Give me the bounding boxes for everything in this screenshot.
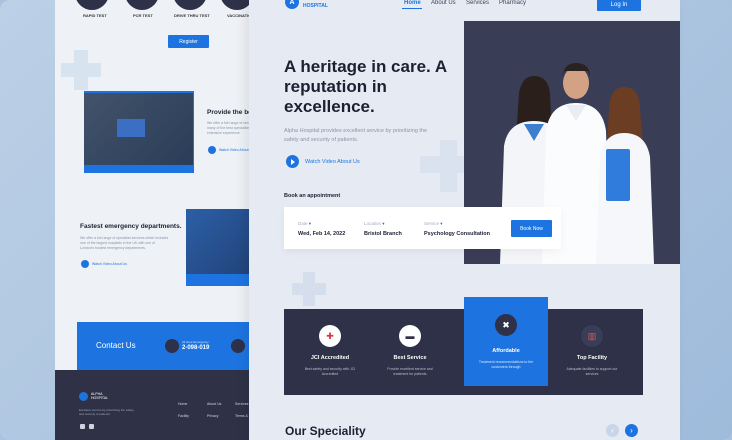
footer-brand: ALPHA HOSPITAL [91, 392, 109, 400]
nav-services[interactable]: Services [466, 0, 489, 6]
contact-title: Contact Us [96, 341, 136, 350]
test-icon-circle [75, 0, 109, 10]
watch-video-label: Watch Video About Us [305, 158, 360, 165]
section-title: Fastest emergency departments. [80, 223, 182, 230]
footer-logo [79, 392, 88, 401]
feature-title: Best Service [393, 355, 427, 361]
chevron-down-icon: ▾ [382, 221, 385, 226]
nav-about-us[interactable]: About Us [431, 0, 456, 6]
feature-title: Affordable [492, 348, 520, 354]
section-description: We offer a full range of specialist serv… [80, 236, 169, 250]
decorative-cross [74, 50, 88, 90]
hospital-icon [231, 339, 245, 353]
test-icon-circle [173, 0, 207, 10]
login-button[interactable]: Log In [597, 0, 641, 11]
test-label: PCR TEST [133, 13, 153, 18]
section-title: Our Speciality [285, 424, 366, 438]
chevron-down-icon: ▾ [440, 221, 443, 226]
logo-text: HOSPITAL [303, 3, 328, 9]
book-now-button[interactable]: Book Now [511, 220, 552, 237]
watch-video-label: Watch Video About Us [92, 262, 127, 266]
feature-description: Treatment recommendations to the custome… [478, 360, 534, 369]
next-arrow-icon[interactable]: › [625, 424, 638, 437]
ambulance-icon: ▬ [399, 325, 421, 347]
location-field[interactable]: Bristol Branch [364, 231, 402, 237]
feature-description: Best safety and security with JCI Accred… [304, 367, 356, 376]
contact-caption: 24 Hour Emergency [182, 340, 209, 344]
footer-link[interactable]: About Us [207, 402, 221, 406]
footer-link[interactable]: Terms & [235, 414, 248, 418]
test-label: DRIVE THRU TEST [174, 13, 210, 18]
service-field-label: Service ▾ [424, 221, 443, 226]
chevron-down-icon: ▾ [308, 221, 312, 226]
test-icon-circle [125, 0, 159, 10]
decorative-cross [440, 140, 457, 192]
hospital-bed-icon: ▥ [581, 325, 603, 347]
feature-description: Provide excellent service and treatment … [387, 367, 433, 376]
location-field-label: Location ▾ [364, 221, 385, 226]
footer-link[interactable]: Privacy [207, 414, 218, 418]
footer-link[interactable]: Facility [178, 414, 189, 418]
nav-home[interactable]: Home [404, 0, 421, 6]
register-button[interactable]: Register [168, 35, 209, 48]
date-field[interactable]: Wed, Feb 14, 2022 [298, 231, 345, 237]
footer-link[interactable]: Home [178, 402, 187, 406]
feature-description: Adequate facilities to support our servi… [566, 367, 618, 376]
feature-title: JCI Accredited [310, 355, 350, 361]
social-icon[interactable] [80, 424, 85, 429]
footer-link[interactable]: Services [235, 402, 248, 406]
watch-video-link[interactable]: Watch Video About [208, 146, 249, 154]
prev-arrow-icon[interactable]: ‹ [606, 424, 619, 437]
watch-video-label: Watch Video About [219, 148, 249, 152]
section-title: Provide the be [207, 109, 252, 116]
decorative-cross [303, 272, 315, 306]
photo-screen [117, 119, 145, 137]
contact-phone: 2-098-019 [182, 345, 210, 351]
date-field-label: Date ▾ [298, 221, 312, 226]
nav-active-indicator [402, 8, 422, 9]
social-icon[interactable] [89, 424, 94, 429]
bandage-icon: ✖ [495, 314, 517, 336]
service-field[interactable]: Psychology Consultation [424, 231, 490, 237]
play-icon [286, 155, 299, 168]
first-aid-icon: ✚ [319, 325, 341, 347]
feature-title: Top Facility [576, 355, 608, 361]
back-page-preview: RAPID TEST PCR TEST DRIVE THRU TEST VACC… [55, 0, 270, 440]
ambulance-icon [165, 339, 179, 353]
watch-video-link[interactable]: Watch Video About Us [81, 260, 127, 268]
hero-title: A heritage in care. A reputation in exce… [284, 57, 447, 116]
nav-pharmacy[interactable]: Pharmacy [499, 0, 526, 6]
test-label: RAPID TEST [83, 13, 107, 18]
hero-description: Alpha Hospital provides excellent servic… [284, 128, 428, 143]
watch-video-link[interactable]: Watch Video About Us [286, 155, 360, 168]
booking-label: Book an appointment [284, 193, 341, 199]
footer-description: Excellent service by prioritizing the sa… [79, 408, 134, 416]
play-icon [208, 146, 216, 154]
feature-highlight [464, 297, 548, 386]
play-icon [81, 260, 89, 268]
